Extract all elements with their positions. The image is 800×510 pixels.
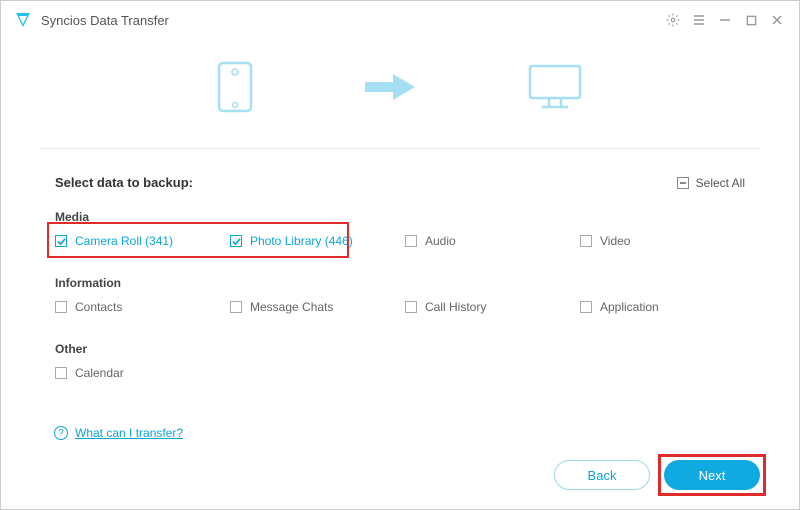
titlebar: Syncios Data Transfer [1, 1, 799, 39]
section-other: Other [55, 342, 745, 356]
item-label: Contacts [75, 300, 122, 314]
settings-icon[interactable] [663, 10, 683, 30]
item-label: Message Chats [250, 300, 333, 314]
transfer-header [41, 39, 759, 149]
section-information: Information [55, 276, 745, 290]
checkbox-icon [230, 301, 242, 313]
item-label: Photo Library (446) [250, 234, 353, 248]
next-button[interactable]: Next [664, 460, 760, 490]
select-all-label: Select All [696, 176, 745, 190]
section-media: Media [55, 210, 745, 224]
item-calendar[interactable]: Calendar [55, 358, 220, 388]
item-label: Call History [425, 300, 486, 314]
minimize-button[interactable] [715, 10, 735, 30]
item-audio[interactable]: Audio [405, 226, 570, 256]
checkbox-icon [55, 301, 67, 313]
checkbox-icon [580, 301, 592, 313]
app-title: Syncios Data Transfer [41, 13, 169, 28]
item-label: Calendar [75, 366, 124, 380]
help-link[interactable]: ? What can I transfer? [54, 426, 183, 440]
item-label: Camera Roll (341) [75, 234, 173, 248]
item-label: Audio [425, 234, 456, 248]
item-label: Application [600, 300, 659, 314]
content-area: Select data to backup: Select All Media … [1, 149, 799, 388]
phone-icon [217, 61, 253, 118]
checkbox-icon [55, 367, 67, 379]
item-message-chats[interactable]: Message Chats [230, 292, 395, 322]
close-button[interactable] [767, 10, 787, 30]
checkbox-icon [580, 235, 592, 247]
item-call-history[interactable]: Call History [405, 292, 570, 322]
indeterminate-icon [677, 177, 689, 189]
checkbox-icon [230, 235, 242, 247]
item-camera-roll[interactable]: Camera Roll (341) [55, 226, 220, 256]
select-all-checkbox[interactable]: Select All [677, 176, 745, 190]
arrow-right-icon [363, 72, 417, 107]
checkbox-icon [405, 301, 417, 313]
select-data-title: Select data to backup: [55, 175, 193, 190]
checkbox-icon [55, 235, 67, 247]
item-photo-library[interactable]: Photo Library (446) [230, 226, 395, 256]
item-video[interactable]: Video [580, 226, 745, 256]
back-button[interactable]: Back [554, 460, 650, 490]
item-application[interactable]: Application [580, 292, 745, 322]
help-icon: ? [54, 426, 68, 440]
maximize-button[interactable] [741, 10, 761, 30]
item-contacts[interactable]: Contacts [55, 292, 220, 322]
app-logo-icon [13, 10, 33, 30]
item-label: Video [600, 234, 630, 248]
monitor-icon [527, 63, 583, 116]
checkbox-icon [405, 235, 417, 247]
menu-icon[interactable] [689, 10, 709, 30]
help-text: What can I transfer? [75, 426, 183, 440]
footer-buttons: Back Next [554, 460, 760, 490]
